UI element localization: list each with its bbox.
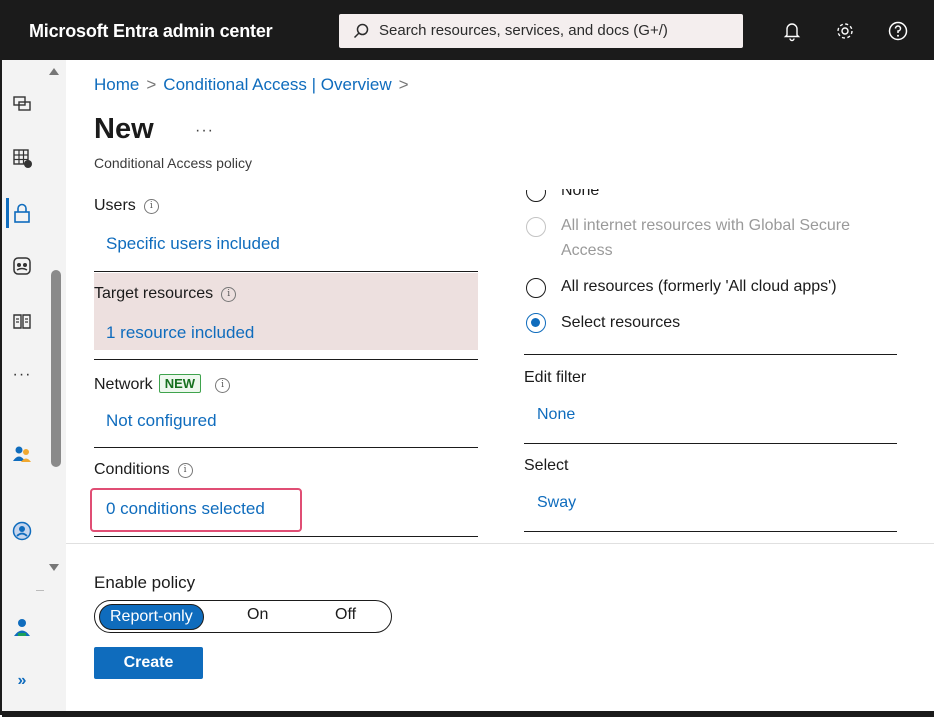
gear-icon[interactable] <box>833 19 857 43</box>
conditions-highlight-box <box>90 488 302 532</box>
info-icon[interactable]: i <box>143 199 159 214</box>
search-placeholder: Search resources, services, and docs (G+… <box>379 22 668 39</box>
protection-icon[interactable] <box>11 520 33 542</box>
info-icon[interactable]: i <box>177 463 193 478</box>
new-badge: NEW <box>158 374 202 393</box>
home-icon[interactable] <box>11 92 33 114</box>
toggle-report-only[interactable]: Report-only <box>99 604 204 630</box>
identity-icon[interactable] <box>11 255 33 277</box>
bell-icon[interactable] <box>780 19 804 43</box>
section-divider <box>94 536 478 537</box>
window-bottom-edge <box>2 711 934 717</box>
target-resources-link[interactable]: 1 resource included <box>106 323 254 343</box>
network-label: Network <box>94 376 153 393</box>
edit-filter-link[interactable]: None <box>537 406 575 424</box>
lock-icon[interactable] <box>11 202 33 224</box>
conditions-section-label: Conditions i <box>94 461 193 479</box>
page-title: New <box>94 113 154 145</box>
admin-icon[interactable] <box>11 616 33 638</box>
section-divider <box>94 359 478 360</box>
rail-active-indicator <box>6 198 9 228</box>
network-link[interactable]: Not configured <box>106 411 217 431</box>
select-label: Select <box>524 457 569 474</box>
expand-icon[interactable]: » <box>11 672 33 694</box>
radio-all-resources[interactable] <box>526 278 546 298</box>
target-label: Target resources <box>94 285 214 302</box>
section-divider <box>524 354 897 355</box>
enable-policy-label: Enable policy <box>94 573 196 592</box>
edit-filter-label: Edit filter <box>524 369 587 386</box>
radio-all-resources-label: All resources (formerly 'All cloud apps'… <box>561 278 837 295</box>
radio-internet-resources-label: All internet resources with Global Secur… <box>561 217 851 234</box>
window: Microsoft Entra admin center Search reso… <box>0 0 934 717</box>
breadcrumb-overview[interactable]: Conditional Access | Overview <box>163 75 391 94</box>
app-title[interactable]: Microsoft Entra admin center <box>29 21 273 42</box>
radio-none[interactable] <box>526 190 546 202</box>
radio-internet-resources <box>526 217 546 237</box>
scroll-down-arrow[interactable] <box>49 564 59 571</box>
info-icon[interactable]: i <box>215 378 231 393</box>
search-box[interactable]: Search resources, services, and docs (G+… <box>339 14 743 48</box>
breadcrumb: Home > Conditional Access | Overview > <box>94 75 416 95</box>
users-label: Users <box>94 197 136 214</box>
page-subtitle: Conditional Access policy <box>94 155 252 171</box>
users-icon[interactable] <box>11 443 33 465</box>
target-resources-label: Target resources i <box>94 285 237 303</box>
info-icon[interactable]: i <box>221 287 237 302</box>
radio-internet-resources-label-2: Access <box>561 242 613 259</box>
footer-divider <box>66 543 934 544</box>
top-bar: Microsoft Entra admin center Search reso… <box>2 2 934 60</box>
section-divider <box>524 531 897 532</box>
section-divider <box>94 271 478 272</box>
toggle-on[interactable]: On <box>247 606 268 624</box>
scrollbar-thumb[interactable] <box>51 270 61 467</box>
radio-select-resources[interactable] <box>526 313 546 333</box>
enable-policy-toggle: Report-only On Off <box>94 600 392 633</box>
network-section-label: Network NEW i <box>94 374 231 394</box>
breadcrumb-separator: > <box>398 75 409 94</box>
section-divider <box>94 447 478 448</box>
book-icon[interactable] <box>11 310 33 332</box>
search-icon <box>353 23 369 39</box>
create-button[interactable]: Create <box>94 647 203 679</box>
more-icon[interactable]: ··· <box>11 366 33 388</box>
section-divider <box>524 443 897 444</box>
more-actions-button[interactable]: ··· <box>195 122 214 140</box>
users-link[interactable]: Specific users included <box>106 234 280 254</box>
users-section-label: Users i <box>94 197 159 215</box>
grid-icon[interactable] <box>11 147 33 169</box>
radio-select-resources-label: Select resources <box>561 314 681 331</box>
radio-none-label: None <box>561 182 600 199</box>
breadcrumb-separator: > <box>146 75 157 94</box>
select-link-sway[interactable]: Sway <box>537 494 576 512</box>
breadcrumb-home[interactable]: Home <box>94 75 139 94</box>
scroll-up-arrow[interactable] <box>49 68 59 75</box>
conditions-label: Conditions <box>94 461 170 478</box>
toggle-off[interactable]: Off <box>335 606 356 624</box>
help-icon[interactable] <box>886 19 910 43</box>
